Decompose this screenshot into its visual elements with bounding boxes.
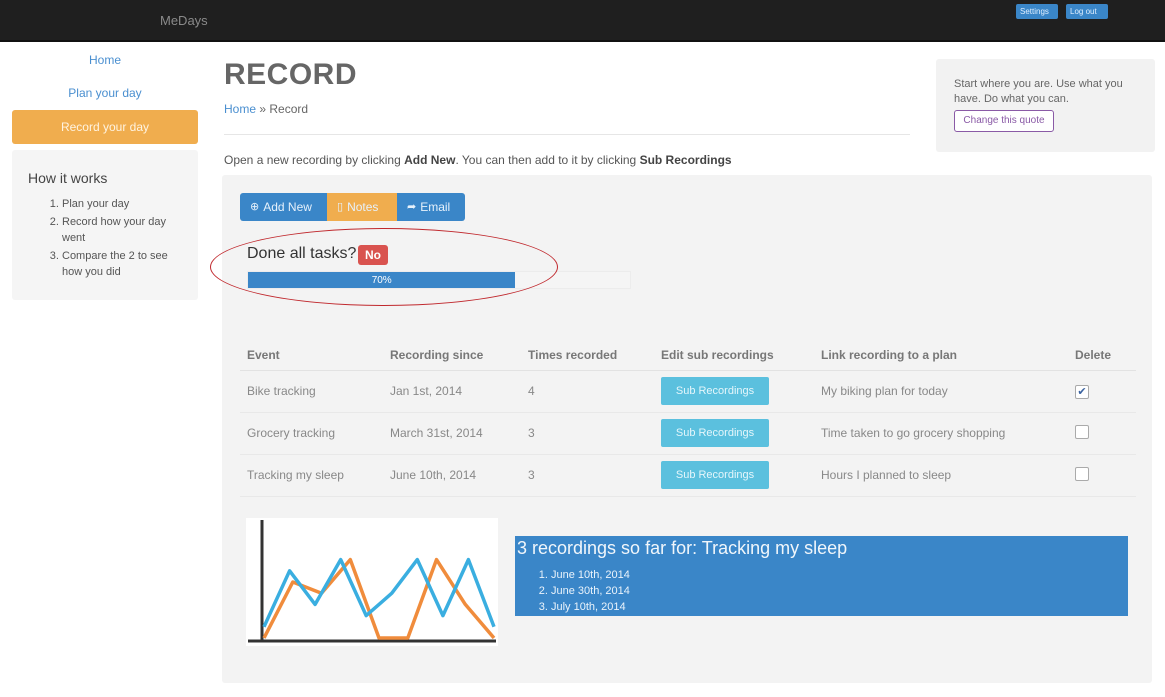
action-button-group: ⊕ Add New ▯ Notes ➦ Email xyxy=(240,193,465,221)
intro-sub-recordings: Sub Recordings xyxy=(639,153,732,167)
since-cell: Jan 1st, 2014 xyxy=(383,370,521,413)
since-cell: June 10th, 2014 xyxy=(383,454,521,497)
times-cell: 4 xyxy=(521,370,654,413)
sidebar-item-record[interactable]: Record your day xyxy=(12,110,198,144)
sidebar-item-plan[interactable]: Plan your day xyxy=(12,86,198,100)
plus-circle-icon: ⊕ xyxy=(250,201,260,213)
intro-middle: . You can then add to it by clicking xyxy=(455,153,640,167)
settings-button[interactable]: Settings xyxy=(1016,4,1058,19)
delete-checkbox[interactable] xyxy=(1075,466,1089,481)
how-it-works-list: Plan your day Record how your day went C… xyxy=(28,196,182,280)
add-new-button[interactable]: ⊕ Add New xyxy=(240,193,327,221)
intro-add-new: Add New xyxy=(404,153,456,167)
notes-label: Notes xyxy=(347,200,379,214)
how-it-works-panel: How it works Plan your day Record how yo… xyxy=(12,150,198,300)
event-cell: Bike tracking xyxy=(240,370,383,413)
add-new-label: Add New xyxy=(263,200,312,214)
recordings-summary-title: 3 recordings so far for: Tracking my sle… xyxy=(517,538,848,558)
how-it-works-title: How it works xyxy=(28,170,108,186)
sub-recordings-button[interactable]: Sub Recordings xyxy=(661,419,769,447)
quote-text: Start where you are. Use what you have. … xyxy=(954,78,1123,105)
column-header: Recording since xyxy=(383,340,521,371)
email-button[interactable]: ➦ Email xyxy=(397,193,465,221)
recording-chart xyxy=(246,518,498,646)
top-navbar: MeDays Settings Log out xyxy=(0,0,1165,42)
list-item: Record how your day went xyxy=(62,214,182,246)
list-item: July 10th, 2014 xyxy=(551,599,1126,615)
brand-logo[interactable]: MeDays xyxy=(160,13,208,28)
recordings-table: Event Recording since Times recorded Edi… xyxy=(240,340,1136,497)
column-header: Event xyxy=(240,340,383,371)
breadcrumb-home-link[interactable]: Home xyxy=(224,102,256,116)
sub-recordings-button[interactable]: Sub Recordings xyxy=(661,377,769,405)
table-row: Bike tracking Jan 1st, 2014 4 Sub Record… xyxy=(240,370,1136,413)
column-header: Link recording to a plan xyxy=(814,340,1068,371)
times-cell: 3 xyxy=(521,454,654,497)
notes-icon: ▯ xyxy=(337,201,344,213)
column-header: Times recorded xyxy=(521,340,654,371)
divider xyxy=(224,134,910,135)
sub-recordings-button[interactable]: Sub Recordings xyxy=(661,461,769,489)
intro-text: Open a new recording by clicking Add New… xyxy=(224,153,732,167)
list-item: Compare the 2 to see how you did xyxy=(62,248,182,280)
change-quote-button[interactable]: Change this quote xyxy=(954,110,1054,132)
line-chart xyxy=(248,520,496,643)
delete-checkbox[interactable] xyxy=(1075,424,1089,439)
plan-cell: My biking plan for today xyxy=(814,370,1068,413)
page-title: RECORD xyxy=(224,58,358,91)
notes-button[interactable]: ▯ Notes xyxy=(327,193,397,221)
sidebar-item-home[interactable]: Home xyxy=(12,53,198,67)
since-cell: March 31st, 2014 xyxy=(383,412,521,455)
column-header: Delete xyxy=(1068,340,1136,371)
highlight-annotation xyxy=(210,228,558,306)
quote-panel: Start where you are. Use what you have. … xyxy=(936,59,1155,152)
list-item: June 30th, 2014 xyxy=(551,583,1126,599)
breadcrumb-current: Record xyxy=(269,102,309,116)
logout-button[interactable]: Log out xyxy=(1066,4,1108,19)
series-line-0 xyxy=(262,557,496,640)
table-row: Grocery tracking March 31st, 2014 3 Sub … xyxy=(240,412,1136,455)
breadcrumb: Home » Record xyxy=(224,102,308,116)
breadcrumb-separator: » xyxy=(259,102,267,116)
recordings-summary: 3 recordings so far for: Tracking my sle… xyxy=(515,536,1128,616)
event-cell: Grocery tracking xyxy=(240,412,383,455)
times-cell: 3 xyxy=(521,412,654,455)
table-row: Tracking my sleep June 10th, 2014 3 Sub … xyxy=(240,454,1136,497)
intro-prefix: Open a new recording by clicking xyxy=(224,153,405,167)
plan-cell: Time taken to go grocery shopping xyxy=(814,412,1068,455)
delete-checkbox[interactable]: ✔ xyxy=(1075,384,1089,399)
list-item: Plan your day xyxy=(62,196,182,212)
table-header-row: Event Recording since Times recorded Edi… xyxy=(240,340,1136,371)
plan-cell: Hours I planned to sleep xyxy=(814,454,1068,497)
list-item: June 10th, 2014 xyxy=(551,567,1126,583)
event-cell: Tracking my sleep xyxy=(240,454,383,497)
recordings-list: June 10th, 2014 June 30th, 2014 July 10t… xyxy=(517,567,1126,615)
share-icon: ➦ xyxy=(407,201,417,213)
email-label: Email xyxy=(420,200,451,214)
column-header: Edit sub recordings xyxy=(654,340,814,371)
